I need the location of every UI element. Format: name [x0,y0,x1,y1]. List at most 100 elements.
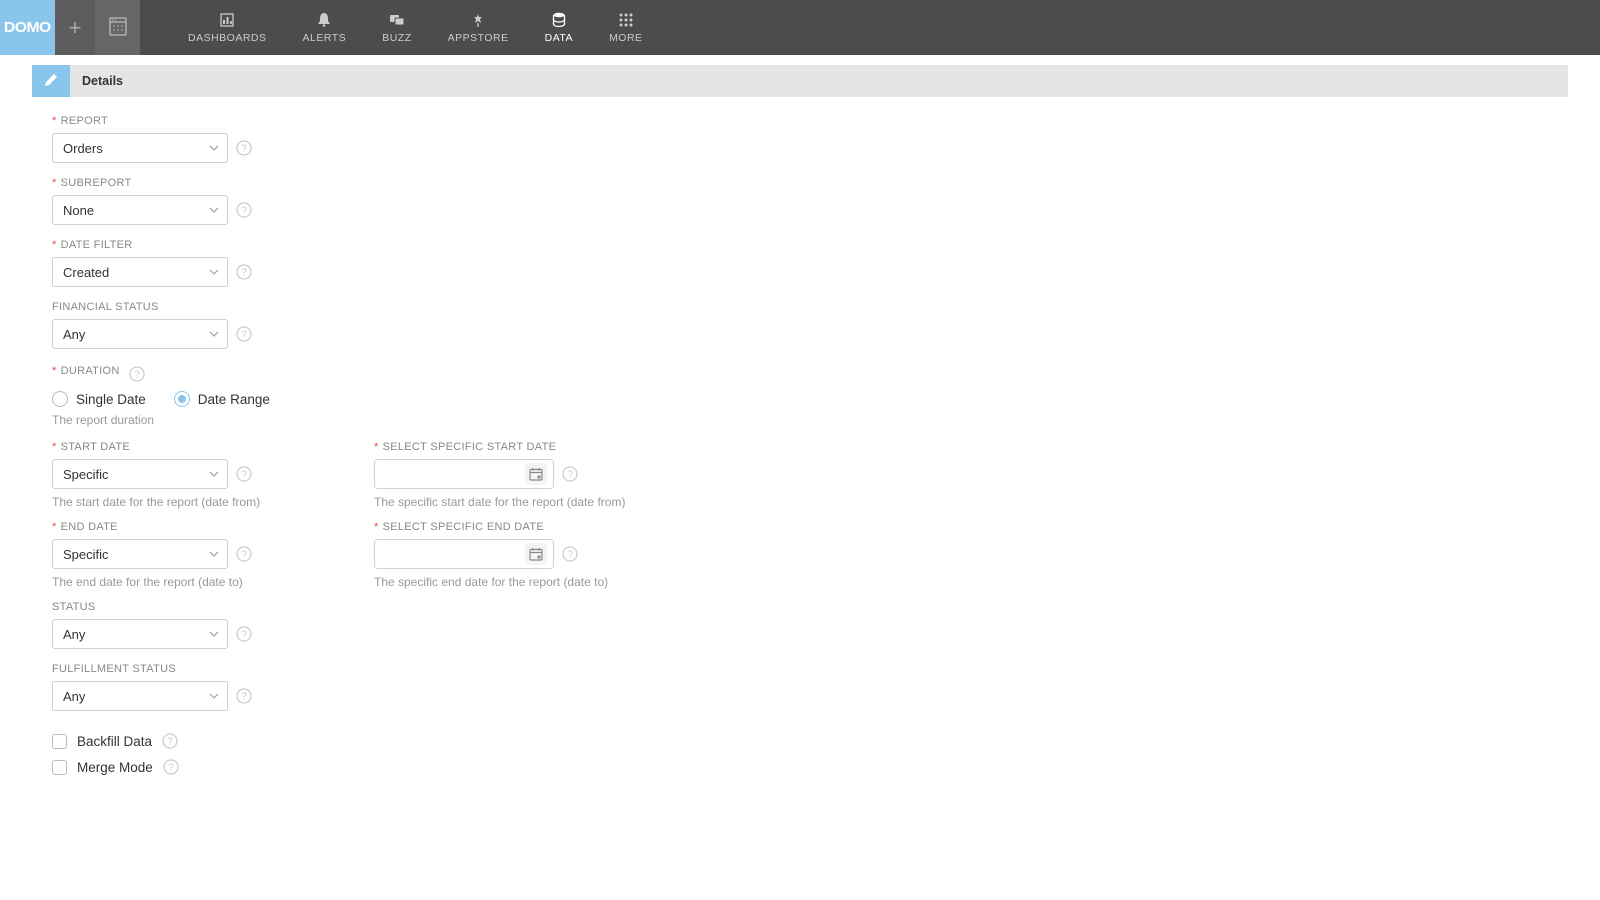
chevron-down-icon [209,145,219,151]
current-tab-tile[interactable] [95,0,140,55]
help-icon[interactable]: ? [236,626,252,642]
select-end-date[interactable]: Specific [52,539,228,569]
label-end-date-specific: *Select Specific End Date [374,521,608,533]
svg-text:?: ? [241,692,247,703]
field-date-filter: *Date Filter Created ? [52,239,1568,287]
input-start-date-specific[interactable] [374,459,554,489]
grid-icon [618,12,634,28]
nav-buzz[interactable]: BUZZ [364,0,429,55]
checkbox-icon [52,760,67,775]
help-icon[interactable]: ? [236,264,252,280]
field-fulfillment-status: Fulfillment Status Any ? [52,663,1568,711]
input-end-date-specific[interactable] [374,539,554,569]
help-icon[interactable]: ? [236,546,252,562]
select-status[interactable]: Any [52,619,228,649]
help-icon[interactable]: ? [236,140,252,156]
form-details: *Report Orders ? *Subreport None ? *Date… [0,97,1600,825]
add-tab-button[interactable]: + [55,0,95,55]
label-start-date-specific: *Select Specific Start Date [374,441,625,453]
field-report: *Report Orders ? [52,115,1568,163]
field-start-date-specific: *Select Specific Start Date ? The specif… [374,441,625,509]
nav-label: DASHBOARDS [188,32,267,44]
nav-more[interactable]: MORE [591,0,661,55]
svg-text:?: ? [241,630,247,641]
calendar-icon[interactable] [525,463,547,485]
radio-date-range[interactable]: Date Range [174,391,270,407]
dataset-icon [108,15,128,40]
nav-label: MORE [609,32,643,44]
chevron-down-icon [209,269,219,275]
svg-text:?: ? [241,206,247,217]
svg-text:?: ? [168,763,174,774]
radio-single-date[interactable]: Single Date [52,391,146,407]
help-icon[interactable]: ? [562,546,578,562]
appstore-icon [470,12,486,28]
checkbox-label: Merge Mode [77,760,153,775]
field-duration: *Duration ? Single Date Date Range The r… [52,363,1568,427]
svg-text:?: ? [241,550,247,561]
select-subreport[interactable]: None [52,195,228,225]
chevron-down-icon [209,471,219,477]
nav-data[interactable]: DATA [527,0,591,55]
pencil-icon [43,72,59,91]
section-tab-icon-tile[interactable] [32,65,70,97]
data-icon [551,12,567,28]
label-subreport: *Subreport [52,177,1568,189]
label-fulfillment-status: Fulfillment Status [52,663,1568,675]
checkbox-backfill[interactable]: Backfill Data ? [52,733,1568,749]
field-status: Status Any ? [52,601,1568,649]
help-icon[interactable]: ? [236,202,252,218]
chevron-down-icon [209,631,219,637]
top-nav: DOMO + DASHBOARDS ALERTS BUZZ [0,0,1600,55]
svg-text:?: ? [241,470,247,481]
svg-text:?: ? [167,737,173,748]
nav-appstore[interactable]: APPSTORE [430,0,527,55]
checkbox-icon [52,734,67,749]
field-start-date: *Start Date Specific ? The start date fo… [52,441,306,509]
calendar-icon[interactable] [525,543,547,565]
chevron-down-icon [209,207,219,213]
help-icon[interactable]: ? [236,466,252,482]
plus-icon: + [69,15,82,41]
help-icon[interactable]: ? [562,466,578,482]
checkbox-label: Backfill Data [77,734,152,749]
nav-items: DASHBOARDS ALERTS BUZZ APPSTORE DATA MOR… [140,0,661,55]
chevron-down-icon [209,693,219,699]
help-icon[interactable]: ? [163,759,179,775]
section-tabbar: Details [32,65,1568,97]
chevron-down-icon [209,331,219,337]
svg-text:?: ? [567,550,573,561]
field-subreport: *Subreport None ? [52,177,1568,225]
hint-end-date-specific: The specific end date for the report (da… [374,575,608,589]
select-start-date[interactable]: Specific [52,459,228,489]
help-icon[interactable]: ? [162,733,178,749]
hint-start-date: The start date for the report (date from… [52,495,306,509]
field-financial-status: Financial Status Any ? [52,301,1568,349]
radio-icon [52,391,68,407]
help-icon[interactable]: ? [236,326,252,342]
checkbox-merge[interactable]: Merge Mode ? [52,759,1568,775]
select-date-filter[interactable]: Created [52,257,228,287]
svg-text:?: ? [241,144,247,155]
select-fulfillment-status[interactable]: Any [52,681,228,711]
radio-icon [174,391,190,407]
label-financial-status: Financial Status [52,301,1568,313]
hint-end-date: The end date for the report (date to) [52,575,306,589]
logo-tile[interactable]: DOMO [0,0,55,55]
select-financial-status[interactable]: Any [52,319,228,349]
nav-alerts[interactable]: ALERTS [285,0,365,55]
section-title: Details [70,65,135,97]
field-end-date: *End Date Specific ? The end date for th… [52,521,306,589]
help-icon[interactable]: ? [129,366,145,382]
chevron-down-icon [209,551,219,557]
field-end-date-specific: *Select Specific End Date ? The specific… [374,521,608,589]
nav-label: ALERTS [303,32,347,44]
brand-text: DOMO [4,19,51,36]
help-icon[interactable]: ? [236,688,252,704]
nav-dashboards[interactable]: DASHBOARDS [170,0,285,55]
dashboards-icon [219,12,235,28]
label-status: Status [52,601,1568,613]
nav-label: BUZZ [382,32,411,44]
select-report[interactable]: Orders [52,133,228,163]
hint-duration: The report duration [52,413,1568,427]
